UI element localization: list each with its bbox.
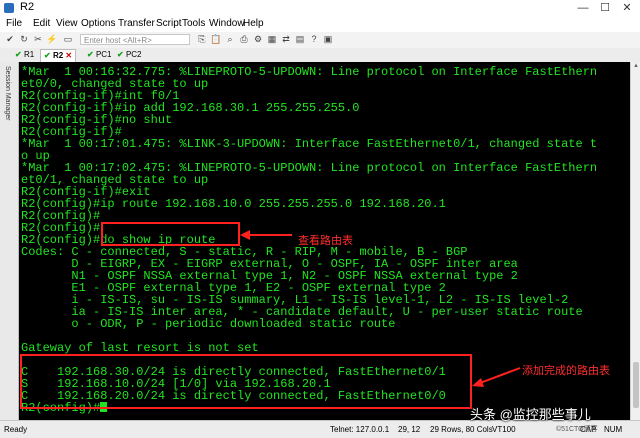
scroll-up-icon[interactable]: ▲ [632, 63, 640, 71]
highlight-route-table [20, 354, 472, 409]
menu-view[interactable]: View [56, 18, 78, 29]
minimize-button[interactable]: — [572, 0, 594, 16]
connected-icon: ✔ [44, 51, 51, 60]
menu-options[interactable]: Options [81, 18, 115, 29]
connected-icon: ✔ [87, 50, 94, 59]
copy-icon[interactable]: ⎘ [196, 34, 208, 45]
tab-label: R1 [23, 50, 35, 59]
connected-icon: ✔ [117, 50, 124, 59]
arrow-icon [240, 230, 292, 240]
paste-icon[interactable]: 📋 [210, 34, 222, 45]
arrow-icon [472, 367, 521, 387]
annotation-added-routes: 添加完成的路由表 [522, 365, 610, 377]
info-icon[interactable]: ▣ [322, 34, 334, 45]
print-icon[interactable]: ⎙ [238, 34, 250, 45]
menu-tools[interactable]: Tools [182, 18, 205, 29]
terminal-line: o - ODR, P - periodic downloaded static … [21, 317, 396, 331]
vertical-scrollbar[interactable]: ▲ [630, 62, 640, 420]
new-session-icon[interactable]: ▭ [62, 34, 74, 45]
annotation-show-route: 查看路由表 [298, 235, 353, 247]
highlight-show-route-command [101, 222, 240, 246]
help-icon[interactable]: ? [308, 34, 320, 45]
terminal-line: Gateway of last resort is not set [21, 341, 259, 355]
quick-connect-icon[interactable]: ⚡ [46, 34, 58, 45]
tab-label: PC1 [95, 50, 112, 59]
terminal-line: *Mar 1 00:17:01.475: %LINK-3-UPDOWN: Int… [21, 137, 598, 151]
tab-pc2[interactable]: ✔ PC2 [114, 49, 145, 61]
maximize-button[interactable]: ☐ [594, 0, 616, 16]
watermark: 头条 @监控那些事儿 [470, 407, 591, 422]
tab-r2[interactable]: ✔ R2 ✕ [40, 49, 77, 62]
tab-label: PC2 [125, 50, 142, 59]
session-manager-label: Session Manager [4, 66, 11, 121]
find-icon[interactable]: ⌕ [224, 34, 236, 45]
menu-window[interactable]: Window [209, 18, 245, 29]
menu-script[interactable]: Script [156, 18, 182, 29]
watermark-source: ©51CTO博客 [556, 426, 598, 433]
keymap-icon[interactable]: ▦ [266, 34, 278, 45]
status-ready: Ready [4, 425, 28, 434]
menu-bar: File Edit View Options Transfer Script T… [0, 16, 640, 32]
tab-label: R2 [52, 51, 64, 60]
close-button[interactable]: ✕ [616, 0, 638, 16]
connect-icon[interactable]: ✔ [4, 34, 16, 45]
reconnect-icon[interactable]: ↻ [18, 34, 30, 45]
status-cursor-position: 29, 12 [398, 425, 421, 434]
menu-edit[interactable]: Edit [33, 18, 50, 29]
settings-icon[interactable]: ⚙ [252, 34, 264, 45]
tab-r1[interactable]: ✔ R1 [12, 49, 37, 61]
window-title: R2 [20, 1, 35, 13]
status-num: NUM [604, 425, 623, 434]
connected-icon: ✔ [15, 50, 22, 59]
menu-transfer[interactable]: Transfer [118, 18, 155, 29]
session-tab-bar: ✔ R1 ✔ R2 ✕ ✔ PC1 ✔ PC2 [0, 48, 640, 63]
session-manager-panel[interactable]: Session Manager [0, 62, 19, 420]
title-bar: R2 — ☐ ✕ [0, 0, 640, 17]
log-icon[interactable]: ▤ [294, 34, 306, 45]
menu-help[interactable]: Help [243, 18, 264, 29]
status-connection: Telnet: 127.0.0.1 [330, 425, 390, 434]
app-icon [4, 3, 14, 13]
disconnect-icon[interactable]: ✂ [32, 34, 44, 45]
sftp-icon[interactable]: ⇄ [280, 34, 292, 45]
status-terminal-size: 29 Rows, 80 Cols [430, 425, 493, 434]
status-emulation: VT100 [492, 425, 516, 434]
toolbar: ✔ ↻ ✂ ⚡ ▭ Enter host <Alt+R> ⎘ 📋 ⌕ ⎙ ⚙ ▦… [0, 32, 640, 49]
scrollbar-thumb[interactable] [633, 362, 639, 408]
tab-pc1[interactable]: ✔ PC1 [84, 49, 115, 61]
menu-file[interactable]: File [6, 18, 22, 29]
close-tab-icon[interactable]: ✕ [65, 51, 72, 60]
host-input[interactable]: Enter host <Alt+R> [80, 34, 190, 45]
